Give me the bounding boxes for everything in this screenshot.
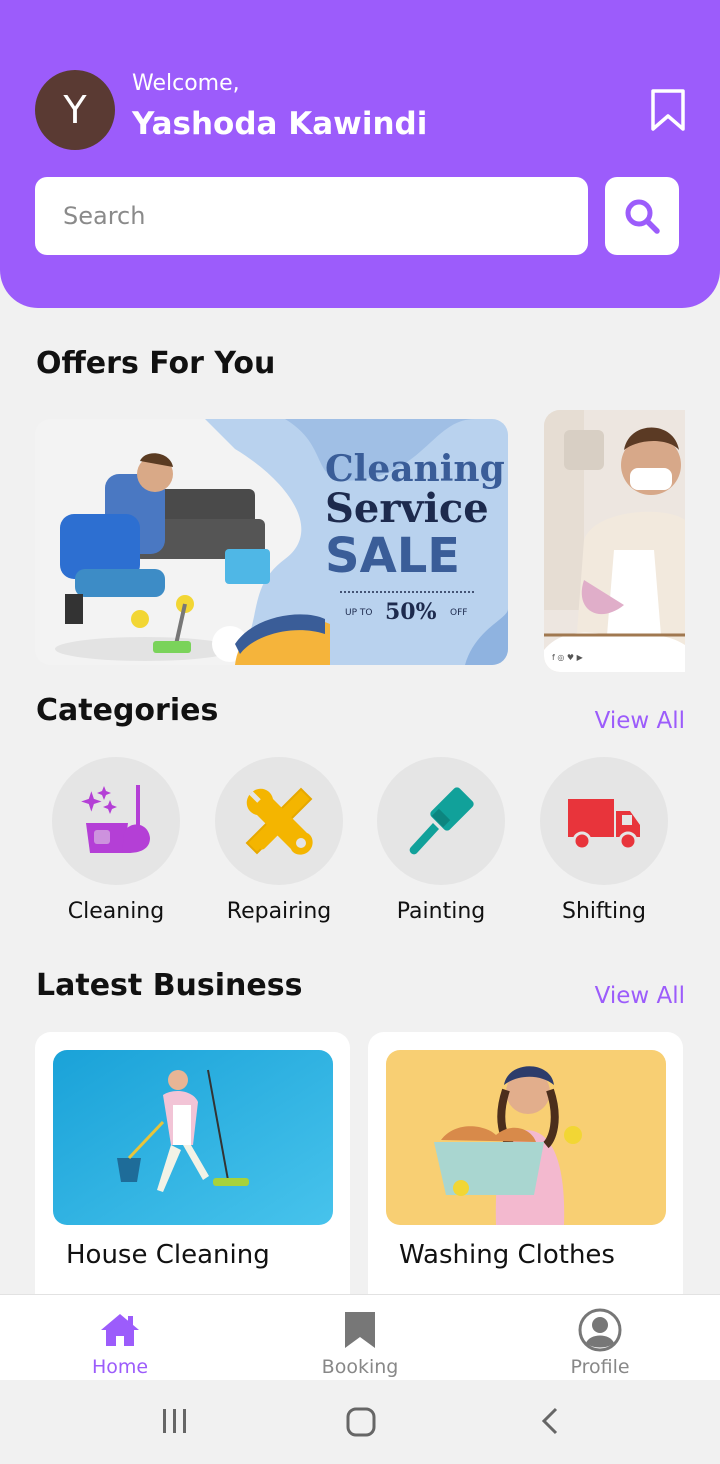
- category-shifting[interactable]: Shifting: [534, 757, 674, 924]
- business-card-house-cleaning[interactable]: House Cleaning: [35, 1032, 350, 1294]
- categories-title: Categories: [36, 693, 219, 728]
- nav-booking[interactable]: Booking: [290, 1295, 430, 1381]
- home-button-icon[interactable]: [345, 1406, 377, 1438]
- home-icon: [101, 1314, 139, 1346]
- paint-brush-icon: [409, 787, 474, 855]
- nav-label: Booking: [321, 1356, 399, 1378]
- banner-percent: 50%: [385, 599, 437, 625]
- business-card-washing-clothes[interactable]: Washing Clothes: [368, 1032, 683, 1294]
- search-icon: [625, 199, 660, 234]
- bookmark-icon: [345, 1312, 375, 1348]
- category-label: Painting: [396, 899, 486, 924]
- offer-banner-cleaning-sale[interactable]: Cleaning Service SALE UP TO 50% OFF: [35, 419, 508, 665]
- user-name: Yashoda Kawindi: [132, 106, 428, 142]
- welcome-text: Welcome,: [132, 71, 240, 96]
- repair-tools-icon: [245, 787, 313, 855]
- cleaner-photo-illustration: f ◎ ♥ ▶: [544, 410, 685, 672]
- banner-upto: UP TO: [345, 608, 372, 618]
- header: Y Welcome, Yashoda Kawindi: [0, 0, 720, 308]
- cleaning-icon: [81, 785, 150, 853]
- nav-home[interactable]: Home: [50, 1295, 190, 1381]
- banner-off: OFF: [450, 608, 467, 618]
- business-image: [386, 1050, 666, 1225]
- category-painting[interactable]: Painting: [371, 757, 511, 924]
- category-label: Shifting: [561, 899, 647, 924]
- banner-line3: SALE: [325, 528, 460, 584]
- offer-banner-2[interactable]: f ◎ ♥ ▶: [544, 410, 685, 672]
- bottom-nav: Home Booking Profile: [0, 1294, 720, 1380]
- system-nav-bar: [0, 1380, 720, 1464]
- user-icon: [578, 1308, 622, 1352]
- recent-apps-icon[interactable]: [160, 1406, 190, 1436]
- house-cleaning-photo: [53, 1050, 333, 1225]
- latest-business-title: Latest Business: [36, 968, 303, 1003]
- cleaning-sale-illustration: Cleaning Service SALE UP TO 50% OFF: [35, 419, 508, 665]
- category-label: Cleaning: [67, 899, 165, 924]
- category-cleaning[interactable]: Cleaning: [46, 757, 186, 924]
- categories-view-all[interactable]: View All: [595, 708, 685, 734]
- category-label: Repairing: [226, 899, 332, 924]
- search-button[interactable]: [605, 177, 679, 255]
- social-icons: f ◎ ♥ ▶: [552, 653, 584, 662]
- business-name: Washing Clothes: [399, 1240, 615, 1270]
- truck-icon: [568, 799, 640, 851]
- latest-business-view-all[interactable]: View All: [595, 983, 685, 1009]
- nav-label: Profile: [570, 1356, 630, 1378]
- business-name: House Cleaning: [66, 1240, 270, 1270]
- nav-label: Home: [91, 1356, 149, 1378]
- back-icon[interactable]: [536, 1406, 564, 1436]
- offers-title: Offers For You: [36, 346, 276, 381]
- bookmark-icon[interactable]: [648, 88, 688, 132]
- business-image: [53, 1050, 333, 1225]
- banner-line1: Cleaning: [325, 448, 505, 490]
- banner-line2: Service: [325, 485, 489, 532]
- search-input[interactable]: [35, 177, 588, 255]
- category-repairing[interactable]: Repairing: [209, 757, 349, 924]
- avatar[interactable]: Y: [35, 70, 115, 150]
- washing-clothes-photo: [386, 1050, 666, 1225]
- nav-profile[interactable]: Profile: [530, 1295, 670, 1381]
